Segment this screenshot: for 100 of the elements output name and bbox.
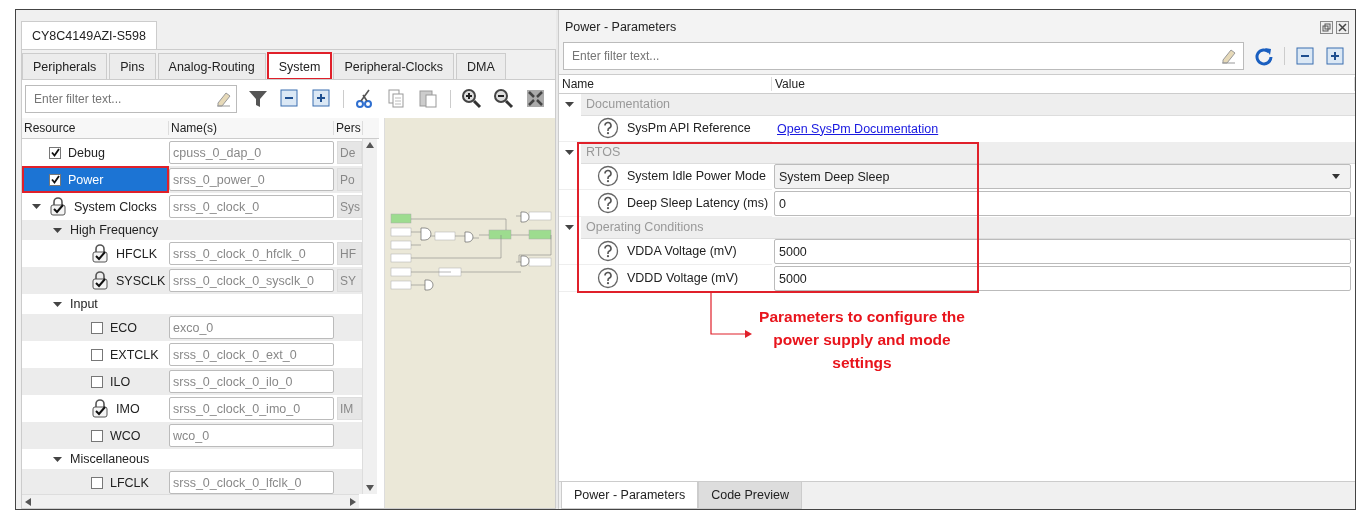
resource-label: Debug xyxy=(68,145,105,160)
filter-input[interactable]: Enter filter text... xyxy=(32,91,214,107)
column-header[interactable]: Name xyxy=(559,77,772,91)
expand-arrow-icon[interactable] xyxy=(565,99,574,109)
parameter-label: SysPm API Reference xyxy=(627,121,751,135)
name-field[interactable]: srss_0_clock_0_sysclk_0 xyxy=(169,269,334,292)
parameter-label: System Idle Power Mode xyxy=(627,169,766,183)
expand-arrow-icon[interactable] xyxy=(52,225,62,235)
tree-row[interactable]: Power xyxy=(22,166,169,193)
name-field[interactable]: srss_0_clock_0_ext_0 xyxy=(169,343,334,366)
expand-arrow-icon[interactable] xyxy=(52,299,62,309)
lock-icon xyxy=(49,197,67,216)
tab[interactable]: DMA xyxy=(456,53,506,79)
parameter-label: VDDD Voltage (mV) xyxy=(627,271,739,285)
expand-arrow-icon[interactable] xyxy=(31,202,41,211)
help-icon[interactable] xyxy=(597,117,619,139)
resource-label: ILO xyxy=(110,374,131,389)
lock-icon xyxy=(91,399,109,418)
table-cell: De xyxy=(337,141,362,164)
lock-icon xyxy=(91,271,109,290)
column-header[interactable]: Pers xyxy=(334,121,363,135)
resource-label: WCO xyxy=(110,428,141,443)
resource-label: System Clocks xyxy=(74,199,157,214)
resource-label: Power xyxy=(68,172,104,187)
filter-field[interactable]: Enter filter text... xyxy=(25,85,237,113)
scroll-down-arrow-icon[interactable] xyxy=(366,485,374,491)
table-cell: HF xyxy=(337,242,362,265)
group-header: Operating Conditions xyxy=(581,216,1355,239)
parameter-label: VDDA Voltage (mV) xyxy=(627,244,737,258)
tab[interactable]: Peripheral-Clocks xyxy=(333,53,455,79)
help-icon[interactable] xyxy=(597,240,619,262)
name-field[interactable]: wco_0 xyxy=(169,424,334,447)
zoom-in-icon[interactable] xyxy=(461,88,483,110)
tab[interactable]: Analog-Routing xyxy=(157,53,266,79)
scroll-left-arrow-icon[interactable] xyxy=(25,497,31,506)
table-cell: IM xyxy=(337,397,362,420)
column-header[interactable]: Name(s) xyxy=(169,121,334,135)
checkbox[interactable] xyxy=(91,321,103,334)
documentation-link[interactable]: Open SysPm Documentation xyxy=(774,121,939,136)
tab[interactable]: System xyxy=(267,53,332,79)
checkbox[interactable] xyxy=(49,173,61,186)
table-cell: Po xyxy=(337,168,362,191)
resource-label: EXTCLK xyxy=(110,347,159,362)
close-button[interactable] xyxy=(1336,20,1349,34)
expand-all-icon[interactable] xyxy=(311,88,333,110)
device-tab[interactable]: CY8C4149AZI-S598 xyxy=(21,21,157,49)
value-field[interactable]: 0 xyxy=(774,191,1351,216)
resource-label: IMO xyxy=(116,401,140,416)
tab[interactable]: Power - Parameters xyxy=(561,482,699,509)
checkbox[interactable] xyxy=(91,429,103,442)
caret-icon[interactable] xyxy=(1332,174,1340,179)
help-icon[interactable] xyxy=(597,165,619,187)
name-field[interactable]: srss_0_clock_0_imo_0 xyxy=(169,397,334,420)
expand-all-icon[interactable] xyxy=(1325,46,1345,66)
filter-icon[interactable] xyxy=(247,88,269,110)
resource-label: Input xyxy=(70,297,98,311)
scroll-right-arrow-icon[interactable] xyxy=(350,497,356,506)
parameter-label: Deep Sleep Latency (ms) xyxy=(627,196,769,210)
name-field[interactable]: srss_0_clock_0_hfclk_0 xyxy=(169,242,334,265)
resource-label: High Frequency xyxy=(70,223,159,237)
zoom-out-icon[interactable] xyxy=(493,88,515,110)
refresh-icon[interactable] xyxy=(1254,46,1274,66)
name-field[interactable]: exco_0 xyxy=(169,316,334,339)
collapse-all-icon[interactable] xyxy=(1295,46,1315,66)
name-field[interactable]: srss_0_clock_0_lfclk_0 xyxy=(169,471,334,494)
column-header[interactable]: Resource xyxy=(22,121,169,135)
name-field[interactable]: cpuss_0_dap_0 xyxy=(169,141,334,164)
expand-arrow-icon[interactable] xyxy=(565,222,574,232)
checkbox[interactable] xyxy=(91,476,103,489)
value-field[interactable]: 5000 xyxy=(774,266,1351,291)
horizontal-scrollbar[interactable] xyxy=(22,494,359,508)
dropdown[interactable]: System Deep Sleep xyxy=(774,164,1351,189)
resource-label: SYSCLK xyxy=(116,273,166,288)
collapse-all-icon[interactable] xyxy=(279,88,301,110)
expand-arrow-icon[interactable] xyxy=(565,147,574,157)
checkbox[interactable] xyxy=(91,348,103,361)
name-field[interactable]: srss_0_clock_0_ilo_0 xyxy=(169,370,334,393)
name-field[interactable]: srss_0_power_0 xyxy=(169,168,334,191)
help-icon[interactable] xyxy=(597,192,619,214)
help-icon[interactable] xyxy=(597,267,619,289)
name-field[interactable]: srss_0_clock_0 xyxy=(169,195,334,218)
checkbox[interactable] xyxy=(49,146,61,159)
expand-arrow-icon[interactable] xyxy=(52,454,62,464)
table-cell: Sys xyxy=(337,195,362,218)
tab[interactable]: Code Preview xyxy=(698,482,802,509)
tab[interactable]: Pins xyxy=(109,53,156,79)
resource-label: LFCLK xyxy=(110,475,149,490)
restore-button[interactable] xyxy=(1320,20,1333,34)
column-header[interactable]: Value xyxy=(772,77,1355,91)
tab[interactable]: Peripherals xyxy=(22,53,108,79)
scroll-up-arrow-icon[interactable] xyxy=(366,142,374,148)
panel-title: Power - Parameters xyxy=(565,20,678,34)
resource-label: HFCLK xyxy=(116,246,157,261)
resource-label: Miscellaneous xyxy=(70,452,150,466)
value-field[interactable]: 5000 xyxy=(774,239,1351,264)
checkbox[interactable] xyxy=(91,375,103,388)
resource-label: ECO xyxy=(110,320,138,335)
vertical-scrollbar[interactable] xyxy=(362,139,377,494)
filter-field[interactable]: Enter filter text... xyxy=(563,42,1244,70)
fit-view-icon[interactable] xyxy=(525,88,547,110)
